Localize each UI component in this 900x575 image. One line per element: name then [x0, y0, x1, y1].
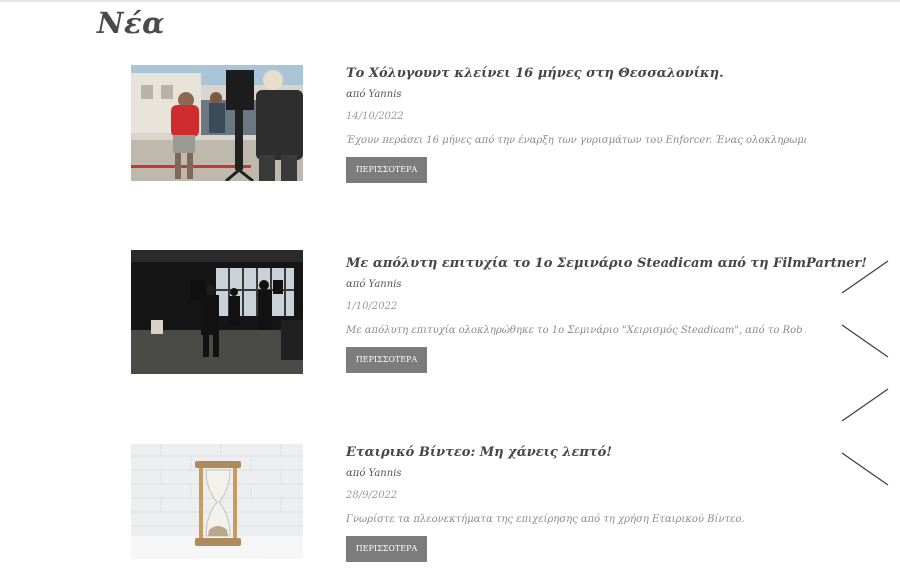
post-thumbnail[interactable]: [131, 444, 303, 559]
post-author: από Yannis: [346, 468, 402, 479]
post-thumbnail[interactable]: [131, 65, 303, 181]
post-thumbnail[interactable]: [131, 250, 303, 374]
post-author: από Yannis: [346, 89, 402, 100]
top-divider: [0, 0, 900, 2]
read-more-button[interactable]: ΠΕΡΙΣΣΟΤΕΡΑ: [346, 157, 427, 183]
news-post: Το Χόλυγουντ κλείνει 16 μήνες στη Θεσσαλ…: [131, 65, 831, 195]
read-more-button[interactable]: ΠΕΡΙΣΣΟΤΕΡΑ: [346, 347, 427, 373]
post-title[interactable]: Εταιρικό Βίντεο: Μη χάνεις λεπτό!: [346, 444, 826, 461]
post-title[interactable]: Το Χόλυγουντ κλείνει 16 μήνες στη Θεσσαλ…: [346, 65, 826, 82]
post-excerpt: Γνωρίστε τα πλεονεκτήματα της επιχείρηση…: [346, 514, 745, 525]
news-post: Εταιρικό Βίντεο: Μη χάνεις λεπτό! από Ya…: [131, 444, 831, 574]
post-body: Εταιρικό Βίντεο: Μη χάνεις λεπτό! από Ya…: [346, 444, 826, 562]
diagonal-lines-decoration: [841, 260, 889, 486]
news-post: Με απόλυτη επιτυχία το 1ο Σεμινάριο Stea…: [131, 250, 867, 385]
page-title: Νέα: [97, 6, 165, 40]
post-body: Το Χόλυγουντ κλείνει 16 μήνες στη Θεσσαλ…: [346, 65, 826, 183]
post-date: 1/10/2022: [346, 301, 398, 312]
post-title[interactable]: Με απόλυτη επιτυχία το 1ο Σεμινάριο Stea…: [346, 255, 867, 272]
read-more-button[interactable]: ΠΕΡΙΣΣΟΤΕΡΑ: [346, 536, 427, 562]
film-crew-street-image: [131, 65, 303, 181]
post-excerpt: Έχουν περάσει 16 μήνες από την έναρξη τω…: [346, 135, 806, 146]
steadicam-seminar-image: [131, 250, 303, 374]
post-author: από Yannis: [346, 279, 402, 290]
post-excerpt: Με απόλυτη επιτυχία ολοκληρώθηκε το 1ο Σ…: [346, 325, 806, 336]
post-date: 14/10/2022: [346, 111, 404, 122]
post-date: 28/9/2022: [346, 490, 398, 501]
hourglass-image: [131, 444, 303, 559]
post-body: Με απόλυτη επιτυχία το 1ο Σεμινάριο Stea…: [346, 255, 867, 373]
